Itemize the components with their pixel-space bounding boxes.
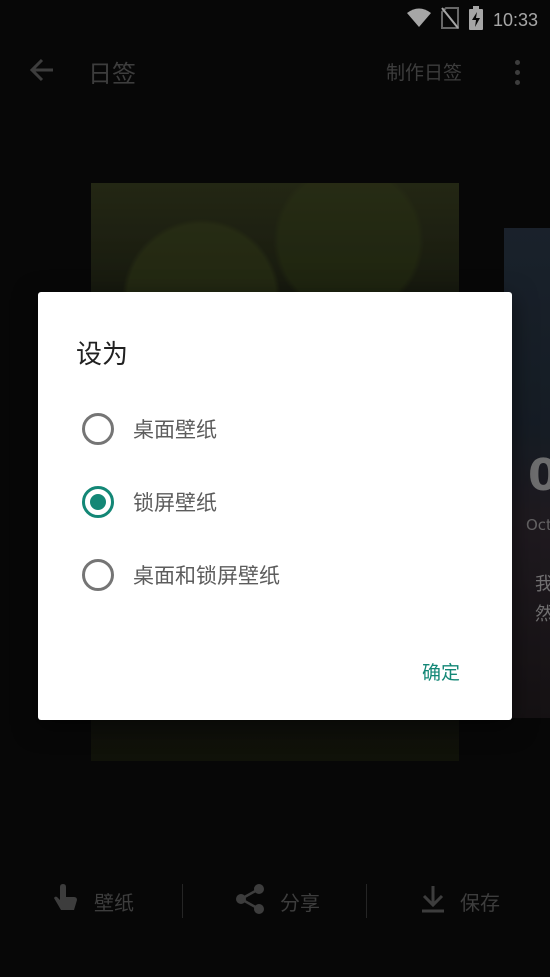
option-label: 桌面和锁屏壁纸 [133, 564, 280, 588]
option-both-wallpaper[interactable]: 桌面和锁屏壁纸 [82, 555, 280, 595]
set-as-dialog: 设为 桌面壁纸 锁屏壁纸 桌面和锁屏壁纸 确定 [38, 292, 512, 720]
option-lockscreen-wallpaper[interactable]: 锁屏壁纸 [82, 482, 217, 522]
radio-button-checked[interactable] [82, 486, 114, 518]
dialog-title: 设为 [76, 340, 129, 370]
option-desktop-wallpaper[interactable]: 桌面壁纸 [82, 409, 217, 449]
screen: 10:33 日签 制作日签 0 Oct 我 然 壁纸 分享 保存 设为 桌面壁纸… [0, 0, 550, 977]
option-label: 锁屏壁纸 [133, 491, 217, 515]
confirm-button[interactable]: 确定 [422, 658, 460, 685]
option-label: 桌面壁纸 [133, 418, 217, 442]
radio-button[interactable] [82, 413, 114, 445]
radio-button[interactable] [82, 559, 114, 591]
